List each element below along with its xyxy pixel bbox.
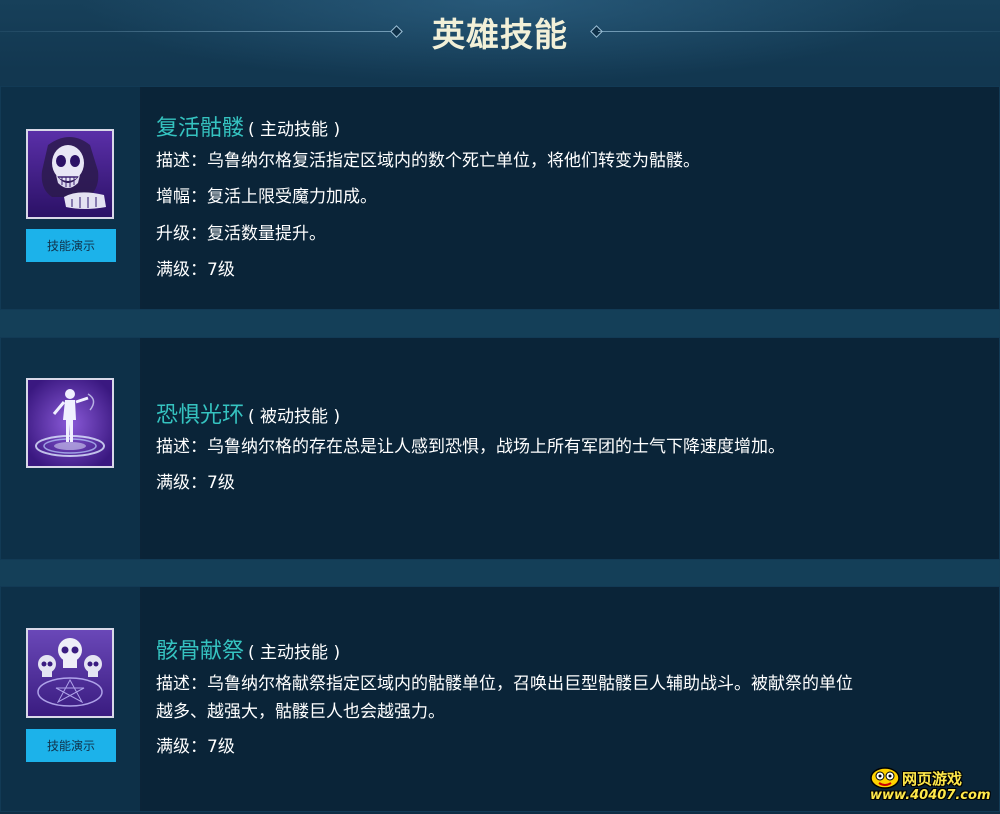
bone-sacrifice-icon bbox=[26, 628, 114, 718]
skill-description-continued: 越多、越强大，骷髅巨人也会越强力。 bbox=[156, 702, 445, 722]
skill-type: ( 主动技能 ) bbox=[248, 120, 341, 140]
header-divider-right bbox=[598, 31, 1000, 32]
skill-description: 描述：乌鲁纳尔格复活指定区域内的数个死亡单位，将他们转变为骷髅。 bbox=[156, 151, 700, 171]
skill-description: 描述：乌鲁纳尔格献祭指定区域内的骷髅单位，召唤出巨型骷髅巨人辅助战斗。被献祭的单… bbox=[156, 674, 853, 694]
skill-name: 复活骷髅 bbox=[156, 116, 245, 141]
skill-description: 描述：乌鲁纳尔格的存在总是让人感到恐惧，战场上所有军团的士气下降速度增加。 bbox=[156, 437, 785, 457]
fear-aura-icon bbox=[26, 378, 114, 468]
skull-reaper-icon bbox=[26, 129, 114, 219]
skill-title: 复活骷髅( 主动技能 ) bbox=[156, 110, 340, 142]
watermark-url: www.40407.com bbox=[870, 788, 991, 803]
skill-title: 恐惧光环( 被动技能 ) bbox=[156, 397, 340, 429]
skill-name: 恐惧光环 bbox=[156, 403, 245, 428]
skill-upgrade: 升级：复活数量提升。 bbox=[156, 224, 326, 244]
watermark-label: 网页游戏 bbox=[902, 770, 963, 788]
skill-name: 骸骨献祭 bbox=[156, 639, 245, 664]
header-divider-left bbox=[0, 31, 395, 32]
skill-demo-button[interactable]: 技能演示 bbox=[26, 729, 116, 762]
skill-card: 技能演示 复活骷髅( 主动技能 ) 描述：乌鲁纳尔格复活指定区域内的数个死亡单位… bbox=[0, 86, 1000, 310]
skill-demo-button[interactable]: 技能演示 bbox=[26, 229, 116, 262]
skill-card: 恐惧光环( 被动技能 ) 描述：乌鲁纳尔格的存在总是让人感到恐惧，战场上所有军团… bbox=[0, 337, 1000, 560]
skill-card: 技能演示 骸骨献祭( 主动技能 ) 描述：乌鲁纳尔格献祭指定区域内的骷髅单位，召… bbox=[0, 586, 1000, 812]
card-separator bbox=[0, 560, 1000, 586]
skill-max-level: 满级：7级 bbox=[156, 737, 235, 757]
skill-title: 骸骨献祭( 主动技能 ) bbox=[156, 633, 340, 665]
skill-boost: 增幅：复活上限受魔力加成。 bbox=[156, 187, 377, 207]
section-header: 英雄技能 bbox=[0, 0, 1000, 66]
page-title: 英雄技能 bbox=[432, 15, 568, 54]
card-separator bbox=[0, 310, 1000, 337]
skill-type: ( 主动技能 ) bbox=[248, 643, 341, 663]
skill-type: ( 被动技能 ) bbox=[248, 407, 341, 427]
mascot-icon bbox=[870, 767, 900, 789]
skill-max-level: 满级：7级 bbox=[156, 260, 235, 280]
skill-max-level: 满级：7级 bbox=[156, 473, 235, 493]
site-watermark-logo: 网页游戏 www.40407.com bbox=[866, 766, 996, 812]
